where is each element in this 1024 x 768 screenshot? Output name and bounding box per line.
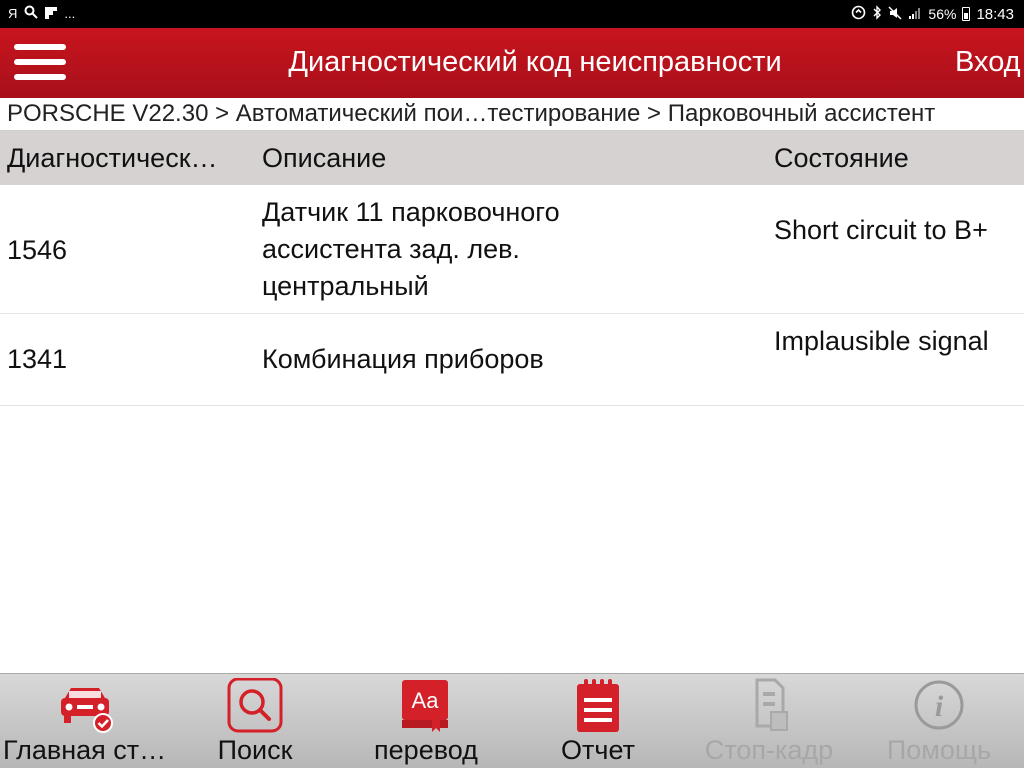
dtc-code: 1341	[7, 344, 68, 374]
login-button[interactable]: Вход	[955, 46, 1021, 79]
help-button[interactable]: i Помощь	[854, 674, 1024, 768]
dtc-description: Датчик 11 парковочного ассистента зад. л…	[262, 197, 560, 301]
signal-icon	[908, 6, 922, 23]
car-home-icon	[55, 678, 115, 734]
home-button[interactable]: Главная ст…	[0, 674, 170, 768]
clock: 18:43	[976, 5, 1014, 23]
help-label: Помощь	[886, 735, 992, 765]
menu-icon[interactable]	[14, 43, 66, 83]
table-header: Диагностическ… Описание Состояние	[0, 131, 1024, 185]
status-bar-right: 56% 18:43	[851, 5, 1014, 23]
search-icon	[24, 5, 39, 22]
yandex-icon: Я	[8, 5, 18, 21]
freeze-frame-button[interactable]: Стоп-кадр	[684, 674, 854, 768]
help-icon: i	[909, 678, 969, 734]
home-label: Главная ст…	[3, 735, 167, 765]
more-icon: ...	[64, 5, 76, 21]
battery-icon	[962, 7, 971, 21]
freeze-frame-label: Стоп-кадр	[704, 735, 834, 765]
svg-text:Aa: Aa	[412, 688, 440, 713]
table-row[interactable]: 1341 Комбинация приборов Implausible sig…	[0, 314, 1024, 406]
battery-percent: 56%	[928, 6, 957, 22]
breadcrumb: PORSCHE V22.30 > Автоматический пои…тест…	[0, 98, 1024, 131]
svg-text:i: i	[935, 690, 944, 723]
dtc-description: Комбинация приборов	[262, 344, 544, 374]
translate-label: перевод	[374, 735, 478, 765]
translate-button[interactable]: Aa перевод	[341, 674, 511, 768]
column-header-code[interactable]: Диагностическ…	[7, 143, 218, 174]
sync-icon	[851, 5, 866, 23]
freeze-frame-icon	[739, 678, 799, 734]
page-title: Диагностический код неисправности	[288, 46, 782, 78]
app-header: Диагностический код неисправности Вход	[0, 28, 1024, 98]
search-label: Поиск	[217, 735, 293, 765]
report-icon	[568, 678, 628, 734]
table-row[interactable]: 1546 Датчик 11 парковочного ассистента з…	[0, 185, 1024, 314]
column-header-description[interactable]: Описание	[262, 143, 386, 174]
report-label: Отчет	[561, 735, 635, 765]
mute-icon	[888, 5, 902, 23]
search-icon	[225, 677, 285, 734]
dtc-code: 1546	[7, 235, 68, 265]
search-button[interactable]: Поиск	[170, 674, 340, 768]
report-button[interactable]: Отчет	[513, 674, 683, 768]
column-header-state[interactable]: Состояние	[774, 143, 909, 174]
bottom-toolbar: Главная ст… Поиск Aa перевод Отчет Стоп-…	[0, 673, 1024, 768]
dtc-state: Short circuit to B+	[774, 215, 988, 245]
translate-icon: Aa	[396, 678, 456, 734]
bluetooth-icon	[872, 5, 882, 23]
dtc-state: Implausible signal	[774, 326, 989, 356]
flipboard-icon	[45, 6, 58, 22]
status-bar-left: Я ...	[8, 5, 75, 22]
status-bar: Я ... 56% 18:43	[0, 0, 1024, 28]
